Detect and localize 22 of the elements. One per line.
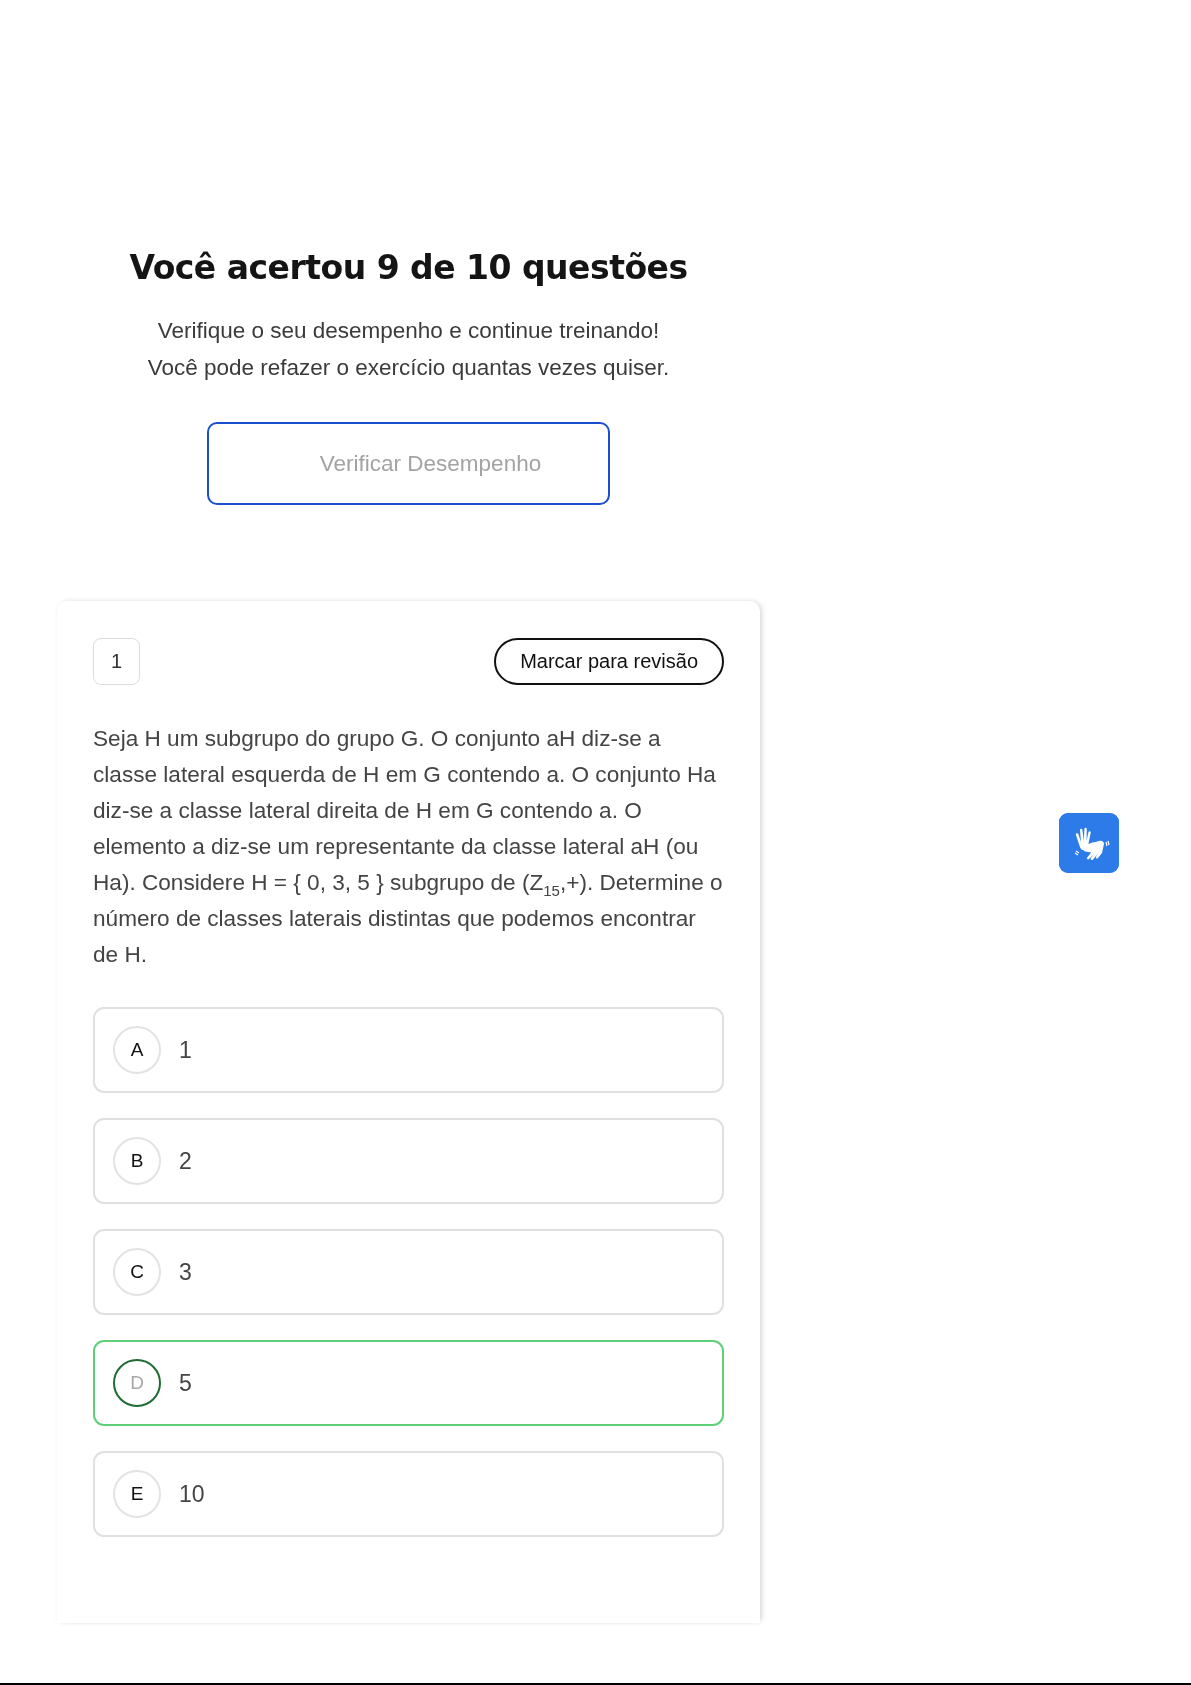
answer-option[interactable]: A 1 [93,1007,724,1093]
answer-option[interactable]: D 5 [93,1340,724,1426]
result-title: Você acertou 9 de 10 questões [129,248,688,287]
option-text: 10 [179,1480,205,1508]
option-letter: D [113,1359,161,1407]
option-text: 1 [179,1036,192,1064]
question-number: 1 [93,638,140,685]
result-message: Verifique o seu desempenho e continue treinando! [156,317,661,345]
option-text: 3 [179,1258,192,1286]
mark-for-review-button[interactable]: Marcar para revisão [494,638,724,685]
sign-language-icon[interactable] [1059,813,1119,873]
option-letter: A [113,1026,161,1074]
result-message: Você pode refazer o exercício quantas vezes quiser. [147,354,670,382]
option-text: 2 [179,1147,192,1175]
question-text: Seja H um subgrupo do grupo G. O conjunto aH diz-se a classe lateral esquerda de H em G contendo a. O conjunto Ha diz-se a classe lateral direita de H em G contendo a. O elemento a diz-se um representante da classe lateral aH (ou Ha). Considere H = { 0, 3, 5 } subgrupo de (Z$_{15}$,+). Determine o número de classes laterais distintas que podemos encontrar de H. [93,725,724,969]
option-letter: E [113,1470,161,1518]
answer-option[interactable]: B 2 [93,1118,724,1204]
option-text: 5 [179,1369,192,1397]
answer-option[interactable]: E 10 [93,1451,724,1537]
option-letter: C [113,1248,161,1296]
option-letter: B [113,1137,161,1185]
answer-option[interactable]: C 3 [93,1229,724,1315]
